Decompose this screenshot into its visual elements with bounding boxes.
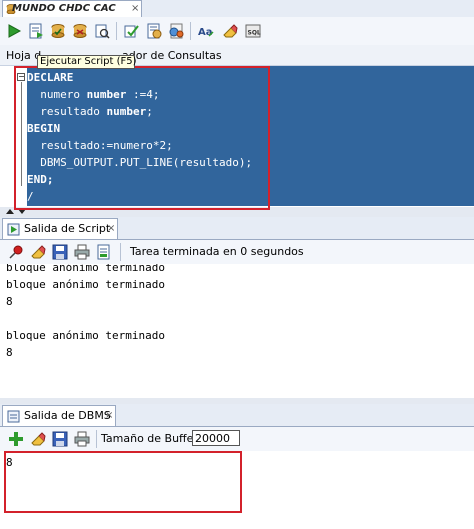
print-icon[interactable] (74, 431, 90, 447)
script-output-area[interactable]: bloque anónimo terminado bloque anónimo … (0, 264, 474, 399)
output-line: bloque anónimo terminado (6, 278, 165, 291)
toolbar-separator (116, 22, 117, 40)
tab-dbms-output[interactable]: Salida de DBMS × (2, 405, 116, 426)
explain-plan-icon[interactable] (94, 23, 110, 39)
tab-script-output[interactable]: Salida de Script × (2, 218, 118, 239)
highlight-box-code (14, 66, 270, 210)
clear-icon[interactable] (168, 23, 184, 39)
sql-history-icon[interactable] (146, 23, 162, 39)
output-line: 8 (6, 295, 13, 308)
task-status-text: Tarea terminada en 0 segundos (130, 245, 304, 258)
print-icon[interactable] (74, 244, 90, 260)
highlight-box-dbms (4, 451, 242, 513)
svg-text:SQL: SQL (248, 30, 261, 37)
run-script-tooltip: Ejecutar Script (F5) (37, 55, 137, 69)
worksheet-toolbar: Aa SQL (0, 17, 474, 46)
output-line: bloque anónimo terminado (6, 329, 165, 342)
editor-tab-strip: MUNDO CHDC CAC × (0, 0, 474, 18)
document-tab-title: MUNDO CHDC CAC (12, 3, 116, 14)
sql-tuning-icon[interactable]: SQL (245, 23, 261, 39)
save-icon[interactable] (52, 431, 68, 447)
toolbar-separator (190, 22, 191, 40)
run-script-icon[interactable] (28, 23, 44, 39)
dbms-output-tab-label: Salida de DBMS (24, 409, 111, 422)
eraser-icon[interactable] (30, 431, 46, 447)
script-output-toolbar: Tarea terminada en 0 segundos (0, 240, 474, 265)
document-tab[interactable]: MUNDO CHDC CAC × (2, 0, 142, 17)
eraser-icon[interactable] (30, 244, 46, 260)
enable-output-plus-icon[interactable] (8, 431, 24, 447)
tab-worksheet[interactable]: Hoja d (6, 49, 41, 62)
commit-icon[interactable] (50, 23, 66, 39)
close-icon[interactable]: × (105, 406, 113, 426)
close-icon[interactable]: × (107, 219, 115, 239)
format-icon[interactable]: Aa (198, 23, 214, 39)
script-output-tabbar: Salida de Script × (0, 217, 474, 240)
dbms-output-tabbar: Salida de DBMS × (0, 404, 474, 427)
script-output-tab-label: Salida de Script (24, 222, 111, 235)
svg-text:Aa: Aa (198, 27, 213, 38)
save-icon[interactable] (52, 244, 68, 260)
run-statement-icon[interactable] (6, 23, 22, 39)
output-line: bloque anónimo terminado (6, 264, 165, 274)
output-line: 8 (6, 346, 13, 359)
autotrace-icon[interactable] (124, 23, 140, 39)
buffer-size-label: Tamaño de Buffer: (101, 432, 202, 445)
toolbar-separator (96, 430, 97, 448)
eraser-icon[interactable] (222, 23, 238, 39)
pin-icon[interactable] (8, 244, 24, 260)
toolbar-separator (120, 243, 121, 261)
open-file-icon[interactable] (96, 244, 112, 260)
buffer-size-input[interactable] (192, 430, 240, 446)
close-icon[interactable]: × (131, 1, 139, 17)
rollback-icon[interactable] (72, 23, 88, 39)
